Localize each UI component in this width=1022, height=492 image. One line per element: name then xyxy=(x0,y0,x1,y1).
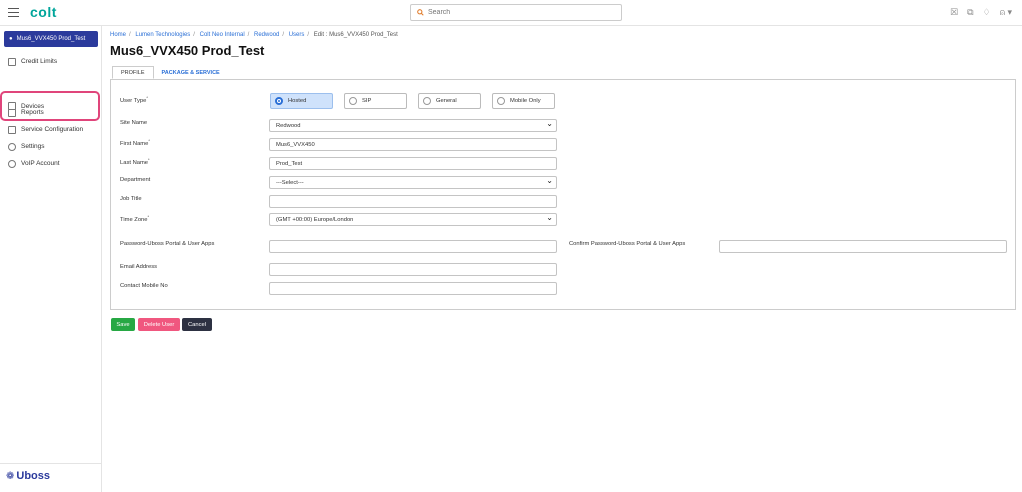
first-name-field[interactable]: Mus6_VVX450 xyxy=(269,138,557,151)
mobile-field[interactable] xyxy=(269,282,557,295)
last-name-field[interactable]: Prod_Test xyxy=(269,157,557,170)
hamburger-menu-icon[interactable] xyxy=(8,8,19,17)
radio-dot xyxy=(497,97,505,105)
breadcrumb-lumen[interactable]: Lumen Technologies xyxy=(135,32,190,38)
job-title-field[interactable] xyxy=(269,195,557,208)
devices-icon xyxy=(8,102,16,110)
department-label: Department xyxy=(120,177,151,183)
uboss-logo-text: Uboss xyxy=(16,470,51,482)
radio-label: General xyxy=(436,98,457,104)
sidebar-item-service-configuration[interactable]: Service Configuration xyxy=(0,121,102,138)
sidebar-divider xyxy=(0,463,101,464)
confirm-password-label: Confirm Password-Uboss Portal & User App… xyxy=(569,241,686,247)
mobile-label: Contact Mobile No xyxy=(120,283,168,289)
user-icon: ● xyxy=(9,36,13,42)
password-label: Password-Uboss Portal & User Apps xyxy=(120,241,215,247)
sidebar-item-label: Credit Limits xyxy=(21,58,58,65)
uboss-logo: ❁ Uboss xyxy=(6,470,50,482)
radio-label: Mobile Only xyxy=(510,98,541,104)
email-field[interactable] xyxy=(269,263,557,276)
main-content: Home / Lumen Technologies / Colt Neo Inter… xyxy=(102,26,1022,492)
sidebar-item-label: Devices xyxy=(21,102,45,110)
job-title-label: Job Title xyxy=(120,196,142,202)
user-type-label: User Type* xyxy=(120,95,148,104)
tab-package-service[interactable]: PACKAGE & SERVICE xyxy=(154,66,228,79)
confirm-password-field[interactable] xyxy=(719,240,1007,253)
sidebar-item-label: Service Configuration xyxy=(21,126,84,133)
search-icon xyxy=(417,9,424,16)
sidebar: ● Mus6_VVX450 Prod_Test Credit Limits De… xyxy=(0,26,102,492)
sidebar-item-credit-limits[interactable]: Credit Limits xyxy=(0,53,102,70)
breadcrumb-current: Edit : Mus6_VVX450 Prod_Test xyxy=(313,32,398,38)
time-zone-select[interactable]: (GMT +00:00) Europe/London xyxy=(269,213,557,226)
user-selector-button[interactable]: ● Mus6_VVX450 Prod_Test xyxy=(4,31,98,47)
tab-profile[interactable]: PROFILE xyxy=(112,66,154,79)
voip-icon xyxy=(8,159,16,168)
site-name-label: Site Name xyxy=(120,120,148,126)
bell-icon[interactable]: ☒ xyxy=(950,6,958,18)
sidebar-item-devices[interactable]: Devices xyxy=(0,91,100,121)
page-title: Mus6_VVX450 Prod_Test xyxy=(110,43,265,58)
sidebar-item-voip-account[interactable]: VoIP Account xyxy=(0,155,102,172)
user-type-mobile-only[interactable]: Mobile Only xyxy=(492,93,555,109)
radio-dot xyxy=(423,97,431,105)
service-icon xyxy=(8,125,16,134)
radio-dot xyxy=(275,97,283,105)
user-type-hosted[interactable]: Hosted xyxy=(270,93,333,109)
breadcrumb-colt-neo[interactable]: Colt Neo Internal xyxy=(200,32,245,38)
breadcrumb: Home / Lumen Technologies / Colt Neo Inter… xyxy=(110,32,398,38)
notification-icon[interactable]: ♢ xyxy=(983,6,991,18)
site-name-select[interactable]: Redwood xyxy=(269,119,557,132)
export-icon[interactable]: ⧉ xyxy=(967,6,973,18)
gear-icon xyxy=(8,142,16,151)
user-type-sip[interactable]: SIP xyxy=(344,93,407,109)
radio-label: Hosted xyxy=(288,98,307,104)
time-zone-label: Time Zone* xyxy=(120,214,150,223)
sidebar-item-label: VoIP Account xyxy=(21,160,60,167)
colt-logo[interactable]: colt xyxy=(30,4,57,20)
credit-icon xyxy=(8,57,16,66)
password-field[interactable] xyxy=(269,240,557,253)
top-icons: ☒ ⧉ ♢ ⍝ ▾ xyxy=(950,6,1012,18)
email-label: Email Address xyxy=(120,264,158,270)
department-select[interactable]: ---Select--- xyxy=(269,176,557,189)
user-type-general[interactable]: General xyxy=(418,93,481,109)
sidebar-nav: Credit Limits Devices Reports Service Co… xyxy=(0,53,102,172)
cancel-button[interactable]: Cancel xyxy=(182,318,212,331)
search-input[interactable] xyxy=(428,9,608,16)
delete-user-button[interactable]: Delete User xyxy=(138,318,180,331)
breadcrumb-users[interactable]: Users xyxy=(289,32,305,38)
first-name-label: First Name* xyxy=(120,138,150,147)
sidebar-item-label: Settings xyxy=(21,143,45,150)
breadcrumb-home[interactable]: Home xyxy=(110,32,126,38)
sidebar-item-settings[interactable]: Settings xyxy=(0,138,102,155)
user-icon[interactable]: ⍝ ▾ xyxy=(1000,6,1012,18)
radio-dot xyxy=(349,97,357,105)
tab-bar: PROFILE PACKAGE & SERVICE xyxy=(112,66,228,79)
breadcrumb-redwood[interactable]: Redwood xyxy=(254,32,279,38)
last-name-label: Last Name* xyxy=(120,157,150,166)
profile-panel xyxy=(110,79,1016,310)
uboss-logo-icon: ❁ xyxy=(6,470,15,482)
save-button[interactable]: Save xyxy=(111,318,135,331)
top-bar: colt ☒ ⧉ ♢ ⍝ ▾ xyxy=(0,0,1022,26)
user-button-label: Mus6_VVX450 Prod_Test xyxy=(16,36,86,42)
radio-label: SIP xyxy=(362,98,372,104)
search-box[interactable] xyxy=(410,4,622,21)
